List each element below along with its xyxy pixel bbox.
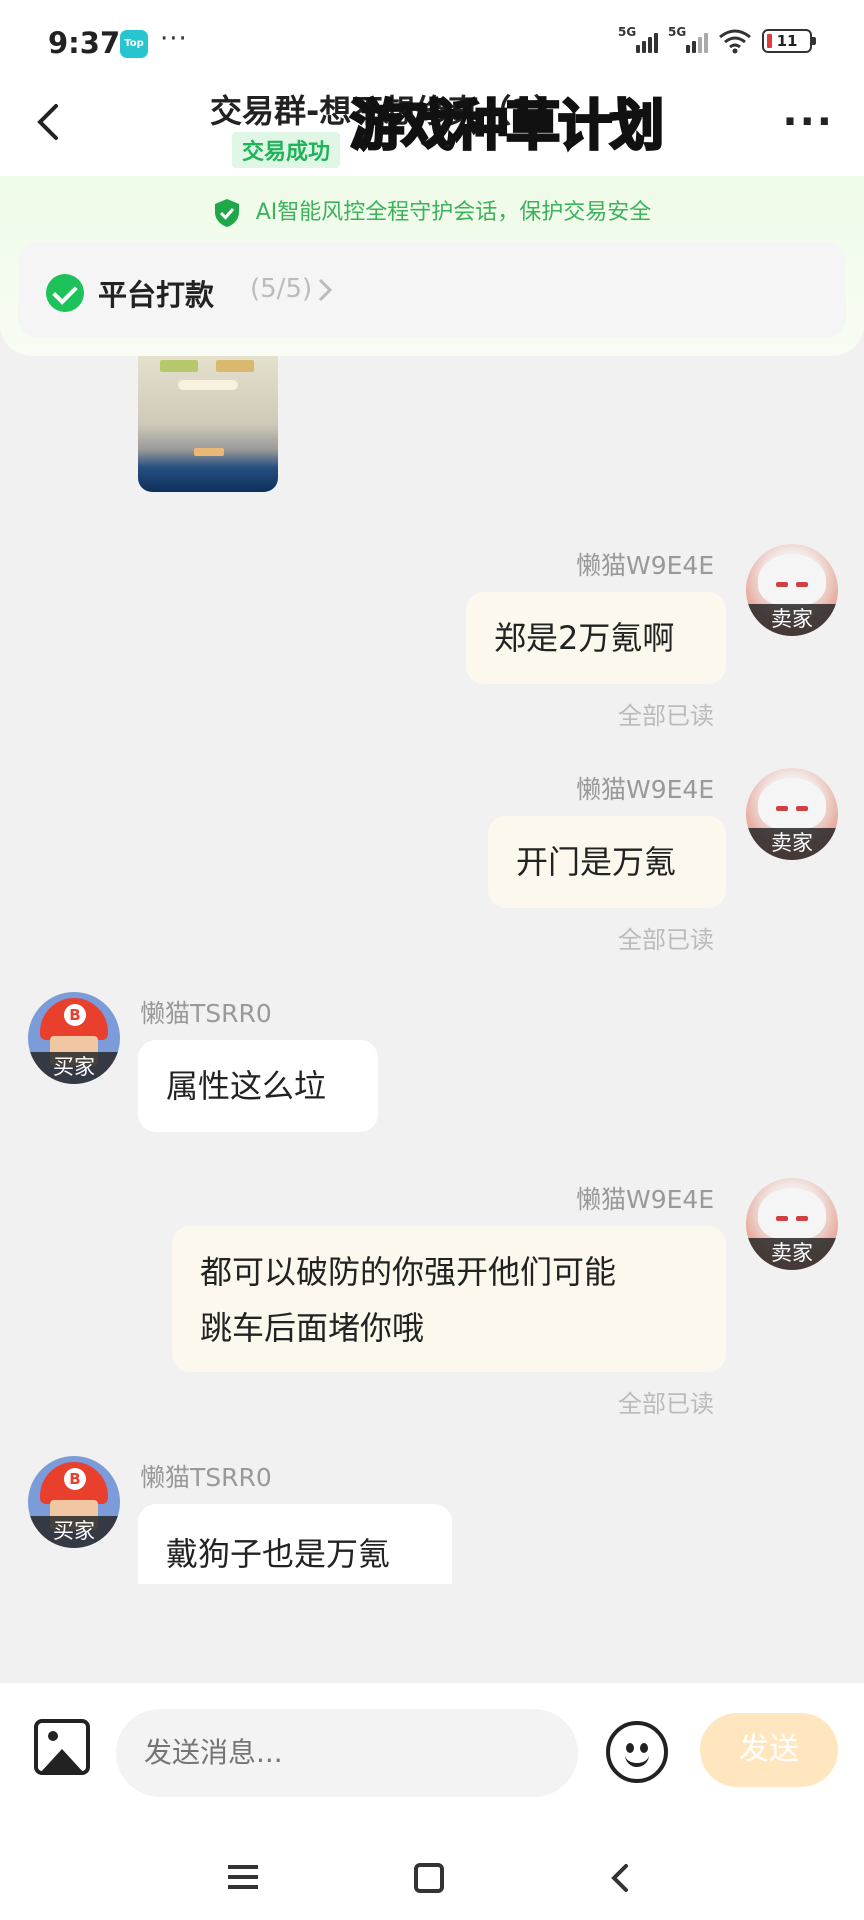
role-badge: 卖家 bbox=[746, 828, 838, 860]
trade-status-tag: 交易成功 bbox=[232, 132, 341, 168]
chevron-right-icon bbox=[318, 278, 333, 302]
role-badge: 卖家 bbox=[746, 604, 838, 636]
check-circle-icon bbox=[46, 274, 84, 312]
message-line: 跳车后面堵你哦 bbox=[200, 1309, 425, 1347]
system-nav-bar bbox=[0, 1821, 864, 1920]
sender-name: 懒猫W9E4E bbox=[576, 551, 715, 580]
message-bubble[interactable]: 郑是2万氪啊 bbox=[466, 592, 726, 684]
home-icon[interactable] bbox=[414, 1863, 444, 1893]
battery-icon: 11 bbox=[762, 29, 816, 53]
image-icon[interactable] bbox=[34, 1719, 90, 1775]
message-bubble[interactable]: 戴狗子也是万氪 bbox=[138, 1504, 452, 1584]
role-badge: 卖家 bbox=[746, 1238, 838, 1270]
read-receipt: 全部已读 bbox=[618, 926, 714, 954]
emoji-icon[interactable] bbox=[606, 1721, 668, 1783]
read-receipt: 全部已读 bbox=[618, 702, 714, 730]
sender-name: 懒猫W9E4E bbox=[576, 1185, 715, 1214]
sender-name: 懒猫W9E4E bbox=[576, 775, 715, 804]
more-notifications-icon: ··· bbox=[160, 24, 188, 54]
recent-apps-icon[interactable] bbox=[228, 1865, 258, 1889]
role-badge: 买家 bbox=[28, 1052, 120, 1084]
image-message-thumbnail[interactable] bbox=[138, 340, 278, 492]
seller-avatar[interactable]: 卖家 bbox=[746, 768, 838, 860]
send-button[interactable]: 发送 bbox=[700, 1713, 838, 1787]
platform-payment-row[interactable]: 平台打款 (5/5) bbox=[18, 242, 846, 338]
sender-name: 懒猫TSRR0 bbox=[140, 1463, 272, 1492]
more-icon[interactable]: ··· bbox=[782, 102, 834, 142]
read-receipt: 全部已读 bbox=[618, 1390, 714, 1418]
seller-avatar[interactable]: 卖家 bbox=[746, 544, 838, 636]
message-bubble[interactable]: 都可以破防的你强开他们可能 跳车后面堵你哦 bbox=[172, 1226, 726, 1372]
signal-icon-1: 5G bbox=[618, 25, 658, 53]
shield-check-icon bbox=[214, 199, 239, 227]
message-input-bar: 发送 bbox=[0, 1683, 864, 1821]
role-badge: 买家 bbox=[28, 1516, 120, 1548]
chat-header: 交易群-想不想修真（3） 交易成功 游戏种草计划 ··· bbox=[0, 86, 864, 176]
message-bubble[interactable]: 开门是万氪 bbox=[488, 816, 726, 908]
nav-back-icon[interactable] bbox=[606, 1863, 636, 1893]
signal-icon-2: 5G bbox=[668, 25, 708, 53]
message-input[interactable] bbox=[116, 1709, 578, 1797]
seller-avatar[interactable]: 卖家 bbox=[746, 1178, 838, 1270]
back-arrow-icon[interactable] bbox=[30, 100, 70, 144]
trade-info-panel: AI智能风控全程守护会话，保护交易安全 平台打款 (5/5) bbox=[0, 176, 864, 356]
payment-count: (5/5) bbox=[250, 274, 313, 304]
sender-name: 懒猫TSRR0 bbox=[140, 999, 272, 1028]
message-bubble[interactable]: 属性这么垃 bbox=[138, 1040, 378, 1132]
safety-notice: AI智能风控全程守护会话，保护交易安全 bbox=[0, 194, 864, 228]
video-watermark: 游戏种草计划 bbox=[336, 94, 676, 158]
message-line: 都可以破防的你强开他们可能 bbox=[200, 1253, 617, 1291]
safety-text: AI智能风控全程守护会话，保护交易安全 bbox=[255, 200, 652, 225]
app-notification-icon: Top bbox=[120, 30, 148, 58]
status-time: 9:37 bbox=[48, 26, 121, 60]
payment-label: 平台打款 bbox=[98, 278, 215, 312]
buyer-avatar[interactable]: B 买家 bbox=[28, 1456, 120, 1548]
status-bar: 9:37 Top ··· 5G 5G 11 bbox=[0, 0, 864, 86]
wifi-icon bbox=[719, 29, 751, 54]
buyer-avatar[interactable]: B 买家 bbox=[28, 992, 120, 1084]
